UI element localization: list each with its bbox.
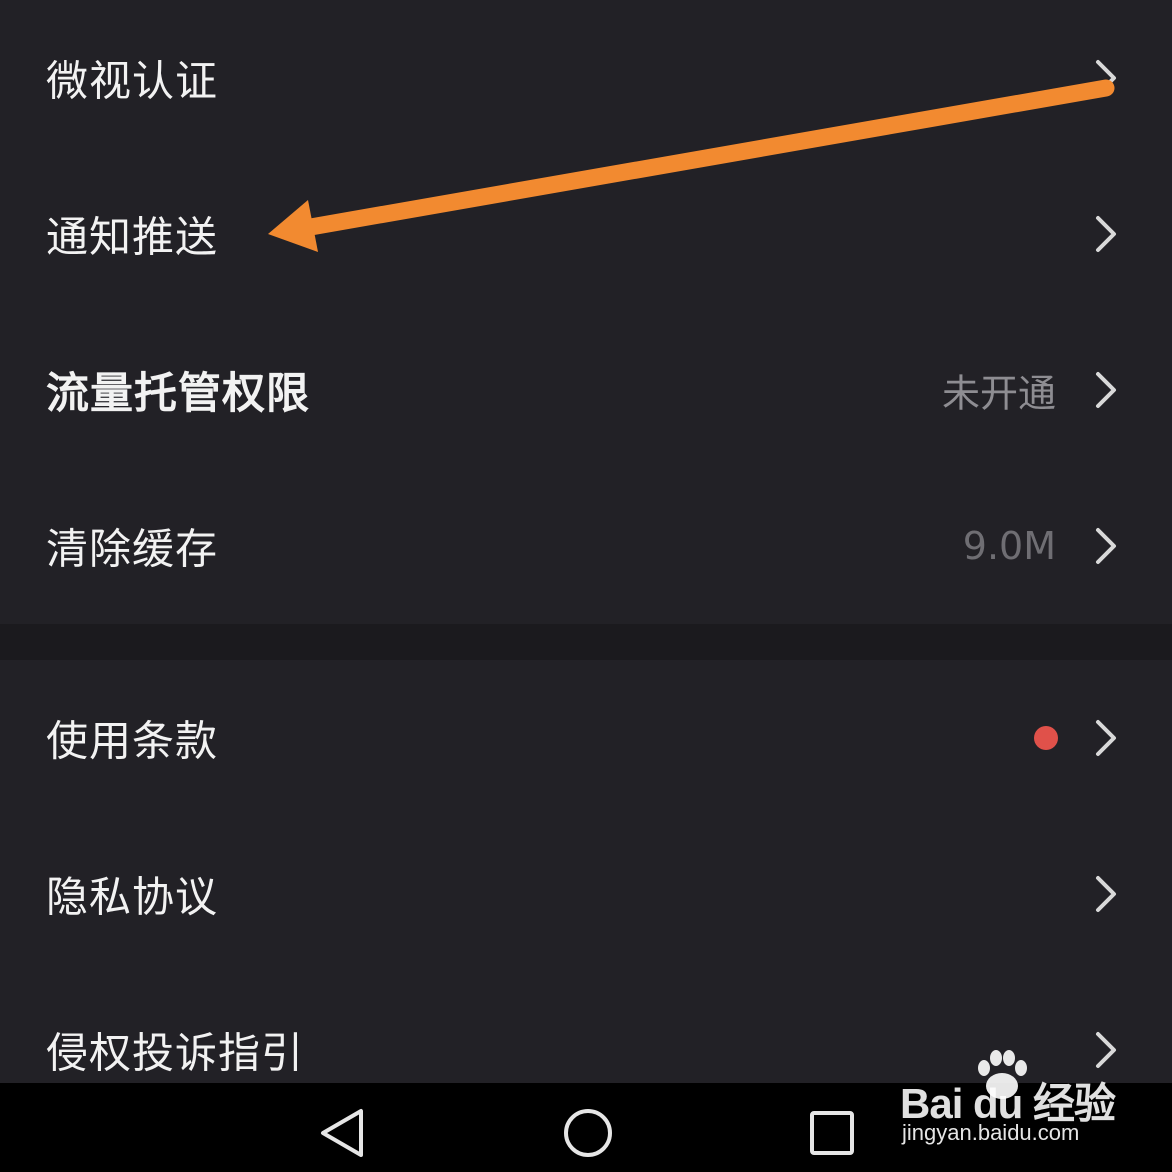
chevron-right-icon [1092, 718, 1120, 758]
setting-label: 通知推送 [46, 212, 219, 262]
section-divider [0, 624, 1172, 660]
system-navigation-bar [0, 1083, 1172, 1172]
setting-status-value: 未开通 [941, 371, 1056, 416]
chevron-right-icon [1092, 370, 1120, 410]
nav-home-circle-icon[interactable] [560, 1105, 616, 1161]
setting-label: 微视认证 [46, 56, 219, 106]
setting-row-privacy-policy[interactable]: 隐私协议 [0, 816, 1172, 972]
nav-back-triangle-icon[interactable] [315, 1105, 371, 1161]
setting-row-clear-cache[interactable]: 清除缓存 9.0M [0, 468, 1172, 624]
setting-row-notification-push[interactable]: 通知推送 [0, 156, 1172, 312]
chevron-right-icon [1092, 214, 1120, 254]
setting-label: 清除缓存 [46, 524, 219, 574]
setting-row-data-hosting-permission[interactable]: 流量托管权限 未开通 [0, 312, 1172, 468]
cache-size-value: 9.0M [962, 524, 1056, 568]
setting-label: 使用条款 [46, 716, 219, 766]
chevron-right-icon [1092, 874, 1120, 914]
setting-label: 隐私协议 [46, 872, 219, 922]
chevron-right-icon [1092, 526, 1120, 566]
chevron-right-icon [1092, 58, 1120, 98]
settings-group-legal: 使用条款 隐私协议 侵权投诉指引 [0, 660, 1172, 1084]
chevron-right-icon [1092, 1030, 1120, 1070]
settings-screen: 微视认证 通知推送 流量托管权限 未开通 清除缓存 9.0M 使用条款 隐私协议… [0, 0, 1172, 1172]
nav-recent-square-icon[interactable] [804, 1105, 860, 1161]
setting-row-terms-of-use[interactable]: 使用条款 [0, 660, 1172, 816]
setting-row-weishi-verification[interactable]: 微视认证 [0, 0, 1172, 156]
unread-red-dot-badge [1034, 726, 1058, 750]
setting-label: 侵权投诉指引 [46, 1028, 305, 1078]
setting-label: 流量托管权限 [46, 369, 310, 419]
settings-group-account: 微视认证 通知推送 流量托管权限 未开通 清除缓存 9.0M [0, 0, 1172, 624]
